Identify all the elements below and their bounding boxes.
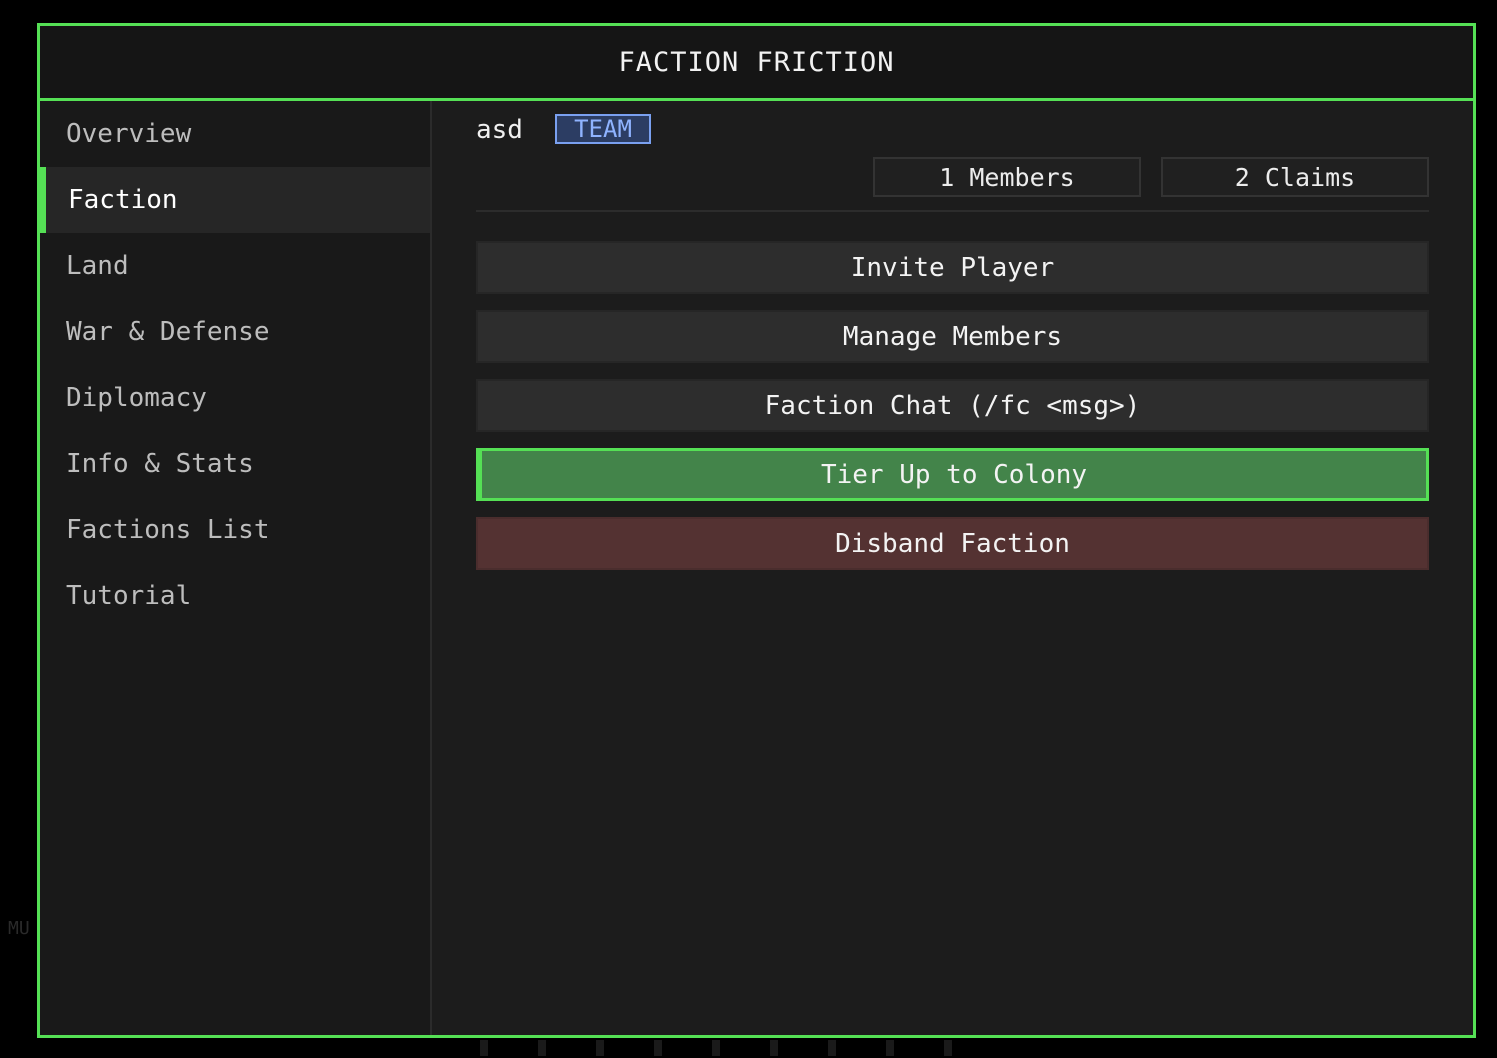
members-count-box: 1 Members bbox=[873, 157, 1141, 197]
invite-player-button[interactable]: Invite Player bbox=[476, 241, 1429, 294]
faction-chat-button[interactable]: Faction Chat (/fc <msg>) bbox=[476, 379, 1429, 432]
faction-name: asd bbox=[476, 115, 523, 145]
sidebar-item-factions-list[interactable]: Factions List bbox=[40, 497, 430, 563]
sidebar-item-tutorial[interactable]: Tutorial bbox=[40, 563, 430, 629]
window-title: FACTION FRICTION bbox=[40, 26, 1473, 101]
sidebar: Overview Faction Land War & Defense Dipl… bbox=[40, 101, 432, 1035]
sidebar-item-war-defense[interactable]: War & Defense bbox=[40, 299, 430, 365]
sidebar-item-faction[interactable]: Faction bbox=[40, 167, 430, 233]
tier-badge: TEAM bbox=[555, 114, 651, 144]
faction-window: FACTION FRICTION Overview Faction Land W… bbox=[37, 23, 1476, 1038]
manage-members-button[interactable]: Manage Members bbox=[476, 310, 1429, 363]
claims-count-box: 2 Claims bbox=[1161, 157, 1429, 197]
sidebar-item-info-stats[interactable]: Info & Stats bbox=[40, 431, 430, 497]
tier-up-button[interactable]: Tier Up to Colony bbox=[476, 448, 1429, 501]
sidebar-item-diplomacy[interactable]: Diplomacy bbox=[40, 365, 430, 431]
background-text-fragment: MU bbox=[8, 918, 30, 939]
faction-panel: asd TEAM 1 Members 2 Claims Invite Playe… bbox=[432, 101, 1473, 1035]
divider bbox=[476, 210, 1429, 212]
disband-faction-button[interactable]: Disband Faction bbox=[476, 517, 1429, 570]
background-hotbar-fragment bbox=[480, 1040, 952, 1056]
sidebar-item-overview[interactable]: Overview bbox=[40, 101, 430, 167]
sidebar-item-land[interactable]: Land bbox=[40, 233, 430, 299]
